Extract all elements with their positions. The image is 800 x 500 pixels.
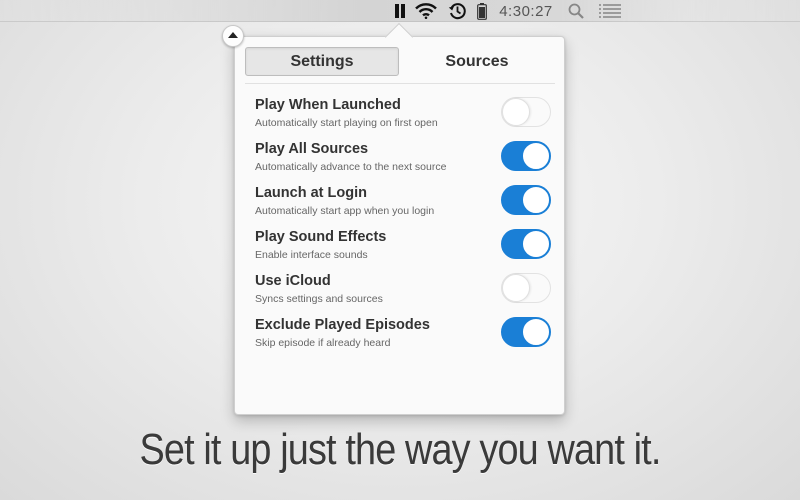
setting-title: Use iCloud [255,273,331,289]
launch-at-login-toggle[interactable] [501,185,551,215]
setting-exclude-played-episodes: Exclude Played Episodes Skip episode if … [255,317,551,361]
setting-use-icloud: Use iCloud Syncs settings and sources [255,273,551,317]
setting-description: Automatically advance to the next source [255,161,447,173]
toggle-knob [522,230,550,258]
triangle-up-icon [228,32,238,38]
setting-description: Automatically start playing on first ope… [255,117,438,129]
exclude-played-episodes-toggle[interactable] [501,317,551,347]
setting-title: Play Sound Effects [255,229,387,245]
setting-launch-at-login: Launch at Login Automatically start app … [255,185,551,229]
tagline: Set it up just the way you want it. [139,425,662,474]
setting-title: Launch at Login [255,185,367,201]
setting-title: Play All Sources [255,141,369,157]
time-machine-icon[interactable] [446,0,468,22]
pause-icon[interactable] [392,0,408,22]
settings-popover: Settings Sources Play When Launched Auto… [234,22,565,415]
use-icloud-toggle[interactable] [501,273,551,303]
divider [245,83,555,84]
tab-bar: Settings Sources [245,47,555,76]
toggle-knob [522,318,550,346]
play-all-sources-toggle[interactable] [501,141,551,171]
menubar-clock[interactable]: 4:30:27 [496,0,556,22]
setting-title: Play When Launched [255,97,401,113]
toggle-knob [502,98,530,126]
notification-center-icon[interactable] [597,0,623,22]
tab-sources[interactable]: Sources [399,47,555,76]
collapse-button[interactable] [222,25,244,47]
setting-title: Exclude Played Episodes [255,317,430,333]
tab-settings[interactable]: Settings [245,47,399,76]
menu-bar: 4:30:27 [0,0,800,22]
toggle-knob [502,274,530,302]
wifi-icon[interactable] [414,0,438,22]
toggle-knob [522,142,550,170]
play-sound-effects-toggle[interactable] [501,229,551,259]
toggle-knob [522,186,550,214]
setting-description: Skip episode if already heard [255,337,391,349]
spotlight-search-icon[interactable] [566,0,586,22]
setting-description: Syncs settings and sources [255,293,383,305]
setting-play-all-sources: Play All Sources Automatically advance t… [255,141,551,185]
setting-play-when-launched: Play When Launched Automatically start p… [255,97,551,141]
settings-list: Play When Launched Automatically start p… [255,97,551,361]
battery-icon[interactable] [475,0,489,22]
setting-description: Enable interface sounds [255,249,368,261]
play-when-launched-toggle[interactable] [501,97,551,127]
setting-play-sound-effects: Play Sound Effects Enable interface soun… [255,229,551,273]
setting-description: Automatically start app when you login [255,205,435,217]
